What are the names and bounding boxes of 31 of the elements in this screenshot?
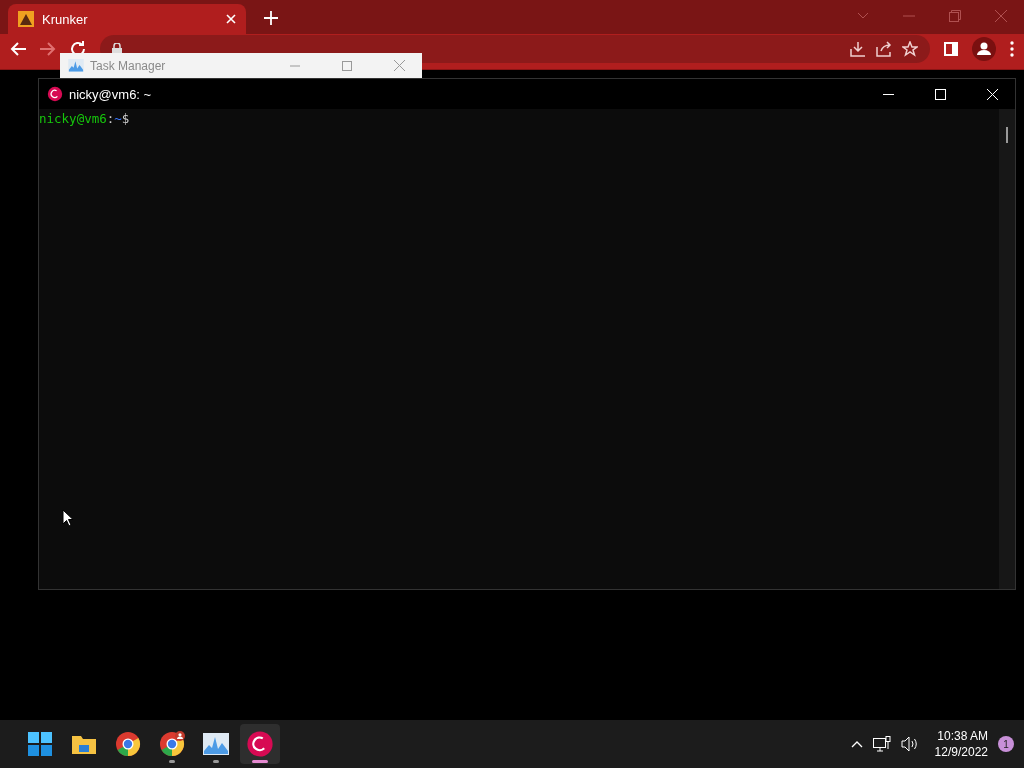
mouse-pointer-icon [62, 509, 74, 527]
time-text: 10:38 AM [937, 728, 988, 744]
scrollbar[interactable] [999, 109, 1015, 589]
network-icon[interactable] [872, 736, 891, 752]
window-title: nicky@vm6: ~ [69, 86, 153, 102]
side-panel-icon[interactable] [944, 41, 958, 56]
chevron-up-icon[interactable] [850, 740, 863, 748]
folder-icon [71, 733, 97, 755]
clock[interactable]: 10:38 AM 12/9/2022 [934, 728, 988, 760]
new-tab-icon[interactable] [264, 11, 278, 25]
taskbar-button[interactable] [240, 724, 280, 764]
star-icon[interactable] [902, 40, 918, 57]
game-icon [18, 11, 34, 27]
menu-icon[interactable] [1010, 40, 1014, 57]
chart-icon [68, 59, 84, 72]
date-text: 12/9/2022 [934, 744, 988, 760]
profile-icon[interactable] [972, 36, 996, 61]
share-icon[interactable] [876, 40, 892, 57]
install-icon[interactable] [850, 40, 866, 57]
notification-badge[interactable]: 1 [998, 736, 1014, 752]
windows-icon [28, 732, 52, 756]
debian-icon [47, 86, 63, 102]
chrome-icon [159, 731, 185, 757]
chrome-icon [115, 731, 141, 757]
shell-prompt: nicky@vm6:~$ [39, 111, 130, 126]
speaker-icon[interactable] [900, 736, 919, 752]
back-icon[interactable] [10, 41, 26, 56]
debian-icon [246, 730, 274, 758]
chart-icon [203, 733, 229, 755]
browser-tab[interactable]: Krunker [8, 4, 246, 34]
window-title: Task Manager [90, 58, 167, 73]
